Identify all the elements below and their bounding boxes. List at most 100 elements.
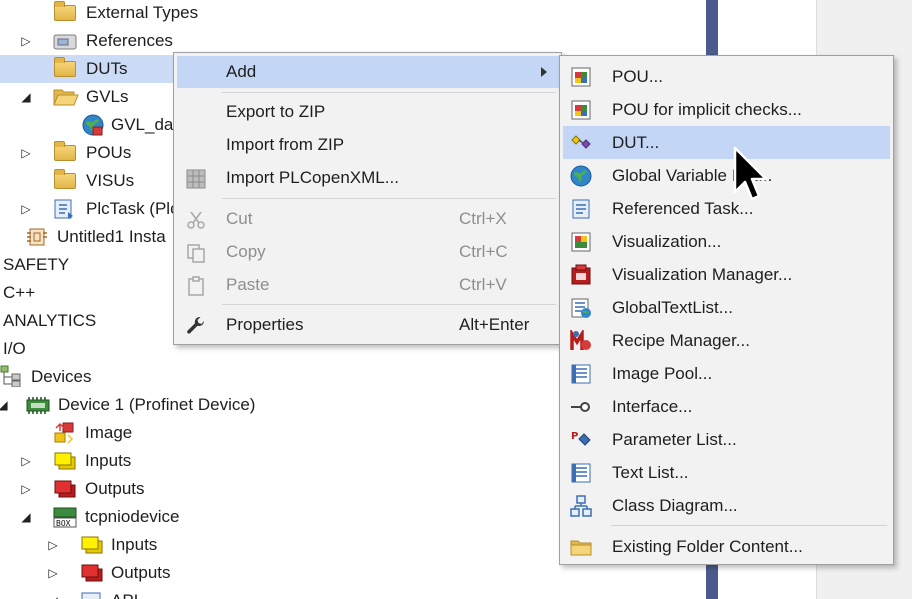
submenu-item-text-list[interactable]: Text List... xyxy=(563,456,890,489)
collapsed-caret-icon[interactable]: ▷ xyxy=(46,538,60,552)
tree-item-label: Device 1 (Profinet Device) xyxy=(58,395,256,414)
submenu-item-pou-implicit-checks[interactable]: POU for implicit checks... xyxy=(563,93,890,126)
menu-item-label: Import from ZIP xyxy=(226,135,345,154)
folder-icon xyxy=(54,1,76,21)
tree-item-label: Inputs xyxy=(111,535,158,554)
referenced-task-icon xyxy=(570,198,592,220)
text-list-icon xyxy=(570,462,592,484)
outputs-icon xyxy=(80,563,104,583)
tree-item-label: GVL_dat xyxy=(111,115,179,134)
menu-item-shortcut: Ctrl+X xyxy=(459,209,507,228)
menu-item-paste[interactable]: Paste Ctrl+V xyxy=(177,269,559,301)
submenu-item-dut[interactable]: DUT... xyxy=(563,126,890,159)
collapsed-caret-icon[interactable]: ▷ xyxy=(19,146,33,160)
menu-item-label: Export to ZIP xyxy=(226,102,326,121)
submenu-item-global-variable-list[interactable]: Global Variable List... xyxy=(563,159,890,192)
submenu-item-interface[interactable]: Interface... xyxy=(563,390,890,423)
submenu-item-parameter-list[interactable]: P Parameter List... xyxy=(563,423,890,456)
expanded-caret-icon[interactable]: ◢ xyxy=(46,594,60,599)
image-icon xyxy=(53,422,77,444)
submenu-item-recipe-manager[interactable]: Recipe Manager... xyxy=(563,324,890,357)
submenu-item-label: Existing Folder Content... xyxy=(612,537,803,556)
submenu-item-label: DUT... xyxy=(612,133,660,152)
menu-item-add[interactable]: Add xyxy=(177,56,559,88)
collapsed-caret-icon[interactable]: ▷ xyxy=(19,454,33,468)
instance-icon xyxy=(26,226,50,246)
menu-separator xyxy=(222,92,556,93)
expanded-caret-icon[interactable]: ◢ xyxy=(19,510,33,524)
devices-icon xyxy=(0,365,24,388)
menu-item-copy[interactable]: Copy Ctrl+C xyxy=(177,236,559,268)
submenu-item-label: Text List... xyxy=(612,463,689,482)
tree-item-external-types[interactable]: External Types xyxy=(0,0,706,27)
api-icon xyxy=(80,591,104,599)
tree-item-label: PlcTask (Plc xyxy=(86,199,179,218)
add-submenu: POU... POU for implicit checks... DUT...… xyxy=(559,55,894,565)
copy-icon xyxy=(186,243,206,263)
wrench-icon xyxy=(186,316,206,336)
menu-item-import-zip[interactable]: Import from ZIP xyxy=(177,129,559,161)
menu-item-properties[interactable]: Properties Alt+Enter xyxy=(177,309,559,341)
collapsed-caret-icon[interactable]: ▷ xyxy=(19,482,33,496)
tree-item-label: Inputs xyxy=(85,451,132,470)
tree-item-label: Image xyxy=(85,423,133,442)
tree-item-label: SAFETY xyxy=(3,255,70,274)
inputs-icon xyxy=(53,451,77,471)
task-icon xyxy=(53,198,77,219)
menu-separator xyxy=(611,525,887,526)
menu-item-shortcut: Ctrl+V xyxy=(459,275,507,294)
submenu-item-visualization-manager[interactable]: Visualization Manager... xyxy=(563,258,890,291)
box-icon: BOX xyxy=(53,506,77,528)
tree-item-label: GVLs xyxy=(86,87,129,106)
submenu-item-referenced-task[interactable]: Referenced Task... xyxy=(563,192,890,225)
globe-icon xyxy=(81,113,105,136)
submenu-item-label: POU... xyxy=(612,67,664,86)
submenu-item-label: GlobalTextList... xyxy=(612,298,733,317)
submenu-item-label: Visualization Manager... xyxy=(612,265,793,284)
menu-item-import-plcopenxml[interactable]: Import PLCopenXML... xyxy=(177,162,559,194)
tree-item-label: DUTs xyxy=(86,59,128,78)
outputs-icon xyxy=(53,479,77,499)
pou-icon xyxy=(570,66,592,88)
context-menu: Add Export to ZIP Import from ZIP Import… xyxy=(173,52,562,345)
submenu-item-visualization[interactable]: Visualization... xyxy=(563,225,890,258)
folder-icon xyxy=(54,57,76,77)
paste-icon xyxy=(186,276,206,296)
tree-item-references[interactable]: ▷ References xyxy=(0,27,706,55)
menu-item-label: Add xyxy=(226,62,257,81)
tree-item-label: API xyxy=(111,587,138,599)
collapsed-caret-icon[interactable]: ▷ xyxy=(46,566,60,580)
menu-item-label: Paste xyxy=(226,275,270,294)
interface-icon xyxy=(570,396,592,418)
global-text-list-icon xyxy=(570,297,592,319)
visualization-icon xyxy=(570,231,592,253)
menu-item-cut[interactable]: Cut Ctrl+X xyxy=(177,203,559,235)
image-pool-icon xyxy=(570,363,592,385)
submenu-item-label: Class Diagram... xyxy=(612,496,738,515)
submenu-item-label: Image Pool... xyxy=(612,364,713,383)
expanded-caret-icon[interactable]: ◢ xyxy=(0,398,10,412)
menu-separator xyxy=(222,304,556,305)
collapsed-caret-icon[interactable]: ▷ xyxy=(19,34,33,48)
submenu-item-label: Visualization... xyxy=(612,232,722,251)
tree-item-label: Outputs xyxy=(111,563,171,582)
folder-icon xyxy=(570,536,592,558)
menu-item-label: Properties xyxy=(226,315,304,334)
submenu-item-global-text-list[interactable]: GlobalTextList... xyxy=(563,291,890,324)
tree-item-label: POUs xyxy=(86,143,132,162)
submenu-item-existing-folder-content[interactable]: Existing Folder Content... xyxy=(563,530,890,563)
visualization-manager-icon xyxy=(570,264,592,286)
submenu-item-pou[interactable]: POU... xyxy=(563,60,890,93)
submenu-item-class-diagram[interactable]: Class Diagram... xyxy=(563,489,890,522)
expanded-caret-icon[interactable]: ◢ xyxy=(19,90,33,104)
tree-item-label: References xyxy=(86,31,173,50)
submenu-item-image-pool[interactable]: Image Pool... xyxy=(563,357,890,390)
tree-item-label: VISUs xyxy=(86,171,135,190)
menu-item-export-zip[interactable]: Export to ZIP xyxy=(177,96,559,128)
mouse-pointer-icon xyxy=(733,146,773,206)
submenu-item-label: Recipe Manager... xyxy=(612,331,750,350)
menu-item-shortcut: Alt+Enter xyxy=(459,315,530,334)
tree-item-api[interactable]: ◢ API xyxy=(0,587,706,599)
collapsed-caret-icon[interactable]: ▷ xyxy=(19,202,33,216)
import-xml-icon xyxy=(186,169,206,189)
